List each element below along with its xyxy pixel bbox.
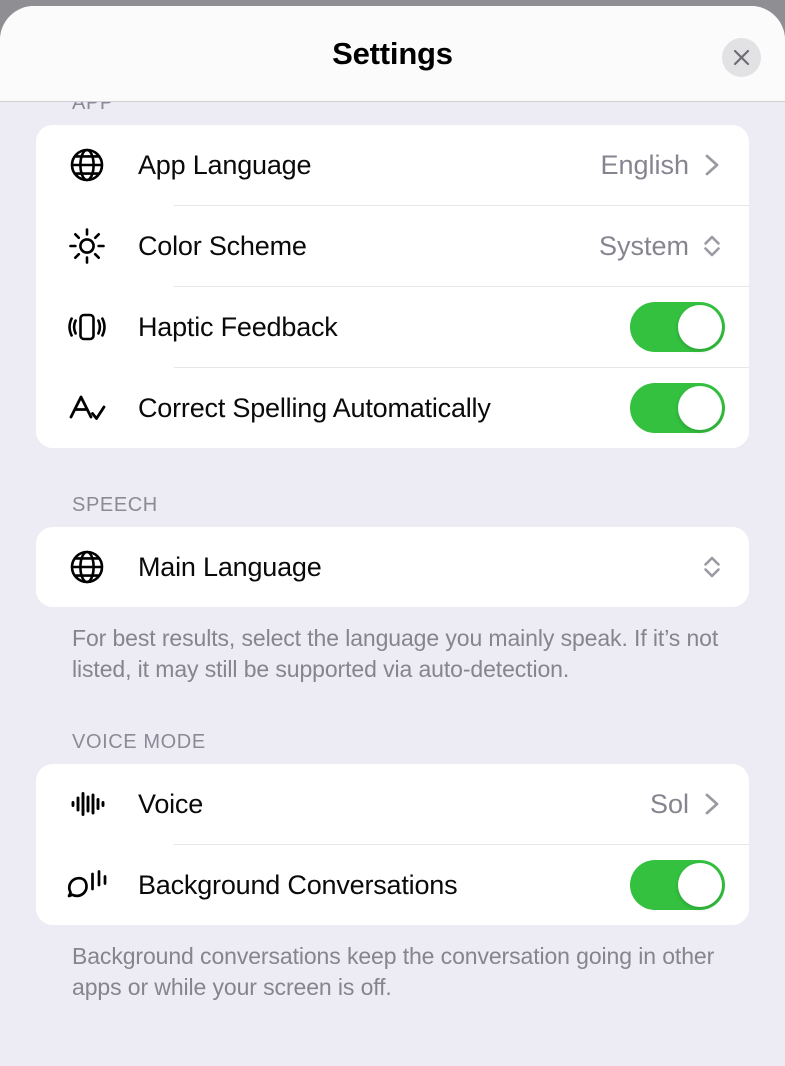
row-label-voice: Voice <box>138 788 204 819</box>
row-label-background-conversations: Background Conversations <box>138 869 458 900</box>
app-screen: Settings APP App Language English Color … <box>0 0 785 1066</box>
row-label-correct-spelling-automatically: Correct Spelling Automatically <box>138 392 491 423</box>
settings-row-color-scheme[interactable]: Color Scheme System <box>36 206 749 286</box>
toggle-haptic-feedback[interactable] <box>630 302 725 352</box>
haptic-vibration-icon <box>36 307 138 347</box>
spellcheck-icon <box>36 388 138 428</box>
sections-container: APP App Language English Color Scheme Syst… <box>36 102 749 1003</box>
close-icon <box>732 48 751 67</box>
row-label-color-scheme: Color Scheme <box>138 230 307 261</box>
chevron-updown-icon[interactable] <box>699 547 725 587</box>
settings-row-haptic-feedback[interactable]: Haptic Feedback <box>36 287 749 367</box>
row-value-color-scheme: System <box>598 230 689 261</box>
settings-row-correct-spelling-automatically[interactable]: Correct Spelling Automatically <box>36 368 749 448</box>
speech-bubble-waves-icon <box>36 865 138 905</box>
settings-row-background-conversations[interactable]: Background Conversations <box>36 845 749 925</box>
chevron-right-icon[interactable] <box>699 145 725 185</box>
section-label-voice-mode: VOICE MODE <box>72 731 206 753</box>
footnote-voice-mode: Background conversations keep the conver… <box>72 943 715 1000</box>
sheet-header: Settings <box>0 6 785 102</box>
row-label-main-language: Main Language <box>138 551 322 582</box>
settings-sheet: Settings APP App Language English Color … <box>0 6 785 1066</box>
globe-icon <box>36 145 138 185</box>
toggle-knob <box>678 863 722 907</box>
row-value-voice: Sol <box>649 788 689 819</box>
sun-brightness-icon <box>36 226 138 266</box>
toggle-knob <box>678 305 722 349</box>
settings-row-app-language[interactable]: App Language English <box>36 125 749 205</box>
toggle-background-conversations[interactable] <box>630 860 725 910</box>
settings-card-voice-mode: Voice Sol Background Conversations <box>36 764 749 925</box>
row-label-app-language: App Language <box>138 149 312 180</box>
toggle-knob <box>678 386 722 430</box>
toggle-correct-spelling-automatically[interactable] <box>630 383 725 433</box>
section-label-app: APP <box>72 102 114 114</box>
settings-card-app: App Language English Color Scheme System H… <box>36 125 749 448</box>
row-label-haptic-feedback: Haptic Feedback <box>138 311 338 342</box>
settings-row-main-language[interactable]: Main Language <box>36 527 749 607</box>
settings-scroll-area[interactable]: APP App Language English Color Scheme Syst… <box>0 102 785 1066</box>
chevron-updown-icon[interactable] <box>699 226 725 266</box>
chevron-right-icon[interactable] <box>699 784 725 824</box>
settings-card-speech: Main Language <box>36 527 749 607</box>
row-value-app-language: English <box>600 149 689 180</box>
globe-icon <box>36 547 138 587</box>
settings-row-voice[interactable]: Voice Sol <box>36 764 749 844</box>
section-label-speech: SPEECH <box>72 494 158 516</box>
page-title: Settings <box>332 35 453 71</box>
footnote-speech: For best results, select the language yo… <box>72 625 719 682</box>
close-button[interactable] <box>722 38 761 77</box>
waveform-icon <box>36 784 138 824</box>
